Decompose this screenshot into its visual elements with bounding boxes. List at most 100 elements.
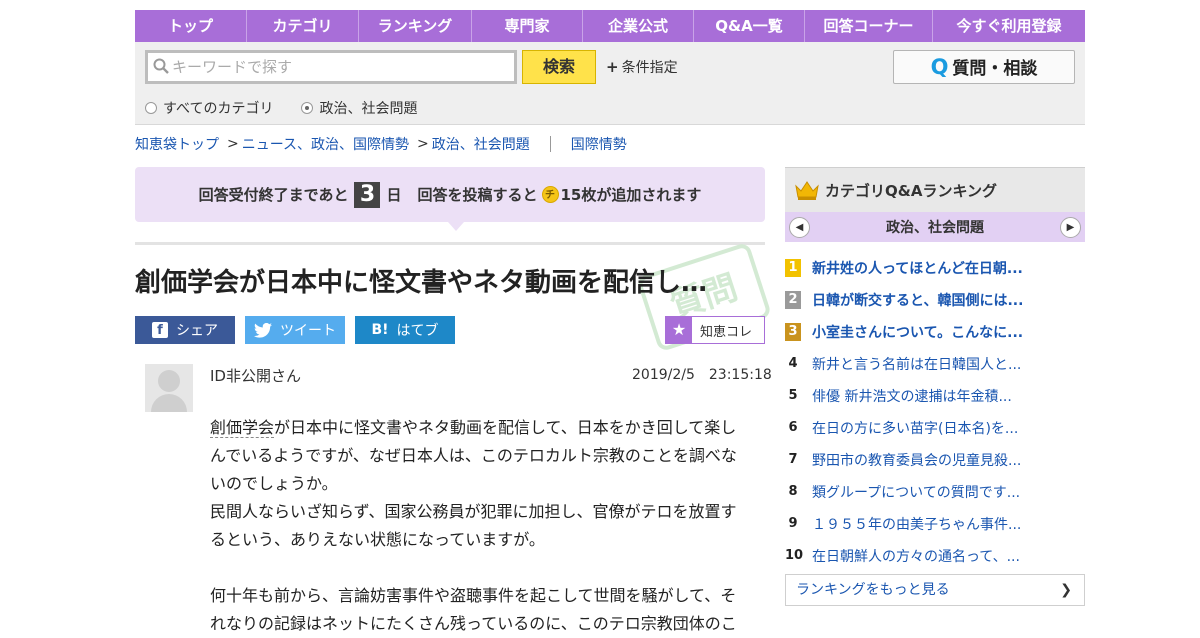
nav-ranking[interactable]: ランキング — [359, 10, 472, 42]
plus-icon: + — [606, 58, 619, 76]
search-band: 検索 +条件指定 Q質問・相談 すべてのカテゴリ 政治、社会問題 — [135, 42, 1085, 125]
days-left: 3 — [354, 181, 381, 208]
hatena-icon: B! — [371, 322, 389, 338]
hatena-label: はてブ — [396, 323, 439, 339]
breadcrumb-separator: > — [417, 136, 429, 152]
chiekore-label: 知恵コレ — [700, 324, 753, 340]
question-paragraph: 創価学会が日本中に怪文書やネタ動画を配信して、日本をかき回して楽しんでいるようで… — [210, 414, 745, 498]
ranking-item[interactable]: 1 新井姓の人ってほとんど在日朝... — [785, 252, 1085, 284]
ranking-item[interactable]: 2 日韓が断交すると、韓国側には... — [785, 284, 1085, 316]
rank-number: 4 — [788, 356, 798, 371]
category-scope: すべてのカテゴリ 政治、社会問題 — [145, 98, 445, 118]
radio-all-categories[interactable]: すべてのカテゴリ — [145, 98, 273, 118]
rank-number: 8 — [788, 484, 798, 499]
search-box — [145, 50, 517, 84]
question-paragraph: 民間人ならいざ知らず、国家公務員が犯罪に加担し、官僚がテロを放置するという、あり… — [210, 502, 737, 549]
question-q-icon: Q — [930, 55, 949, 79]
breadcrumb-news[interactable]: ニュース、政治、国際情勢 — [242, 134, 409, 154]
nav-register[interactable]: 今すぐ利用登録 — [933, 10, 1085, 42]
ranking-item-title: 在日朝鮮人の方々の通名って、... — [812, 549, 1020, 565]
twitter-share-button[interactable]: ツイート — [245, 316, 345, 344]
ranking-list: 1 新井姓の人ってほとんど在日朝... 2 日韓が断交すると、韓国側には... 3小… — [785, 252, 1085, 572]
ranking-item[interactable]: 7 野田市の教育委員会の児童見殺... — [785, 444, 1085, 476]
facebook-label: シェア — [176, 323, 218, 339]
conditions-label: 条件指定 — [621, 60, 678, 76]
rank-number: 5 — [788, 388, 798, 403]
banner-pointer — [448, 222, 464, 231]
question-title: 創価学会が日本中に怪文書やネタ動画を配信し… — [135, 268, 708, 298]
ranking-item-title: １９５５年の由美子ちゃん事件... — [812, 517, 1022, 533]
share-bar: f シェア ツイート B! はてブ — [135, 316, 465, 344]
breadcrumb-separator: > — [227, 136, 239, 152]
ranking-header: カテゴリQ&Aランキング — [785, 167, 1085, 212]
arrow-right-icon: ▶ — [1066, 221, 1075, 233]
nav-official[interactable]: 企業公式 — [583, 10, 694, 42]
ask-label: 質問・相談 — [952, 59, 1038, 79]
posted-timestamp: 2019/2/5 23:15:18 — [632, 367, 772, 383]
ranking-item-title: 新井と言う名前は在日韓国人と... — [812, 357, 1022, 373]
rank-number: 7 — [788, 452, 798, 467]
search-button[interactable]: 検索 — [522, 50, 596, 84]
global-nav: トップ カテゴリ ランキング 専門家 企業公式 Q&A一覧 回答コーナー 今すぐ… — [135, 10, 1085, 42]
avatar-body — [151, 394, 187, 412]
ranking-category-bar: ◀ 政治、社会問題 ▶ — [785, 212, 1085, 242]
ranking-item-title: 日韓が断交すると、韓国側には... — [812, 293, 1024, 309]
rank-number: 1 — [785, 259, 801, 277]
days-unit: 日 — [386, 186, 402, 204]
chiekore-button[interactable]: ★ 知恵コレ — [665, 316, 765, 344]
breadcrumb-politics[interactable]: 政治、社会問題 — [432, 134, 530, 154]
breadcrumb-top[interactable]: 知恵袋トップ — [135, 134, 219, 154]
breadcrumb-related[interactable]: 国際情勢 — [571, 134, 627, 154]
ask-question-button[interactable]: Q 質問・相談 — [893, 50, 1075, 84]
ranking-item[interactable]: 9 １９５５年の由美子ちゃん事件... — [785, 508, 1085, 540]
radio-off-icon — [145, 102, 157, 114]
keyword-link[interactable]: 創価学会 — [210, 418, 275, 438]
ranking-item-title: 新井姓の人ってほとんど在日朝... — [812, 261, 1023, 277]
ranking-sidebar: カテゴリQ&Aランキング ◀ 政治、社会問題 ▶ 1 新井姓の人ってほとんど在日朝… — [785, 167, 1085, 606]
ranking-item-title: 野田市の教育委員会の児童見殺... — [812, 453, 1022, 469]
ranking-item[interactable]: 8 類グループについての質問です... — [785, 476, 1085, 508]
nav-answer-corner[interactable]: 回答コーナー — [805, 10, 933, 42]
more-ranking-button[interactable]: ランキングをもっと見る ❯ — [785, 574, 1085, 606]
rank-number: 9 — [788, 516, 798, 531]
rank-number: 6 — [788, 420, 798, 435]
ranking-item-title: 俳優 新井浩文の逮捕は年金積... — [812, 389, 1012, 405]
search-icon — [153, 58, 169, 74]
search-input[interactable] — [172, 56, 502, 78]
ranking-item[interactable]: 6 在日の方に多い苗字(日本名)を... — [785, 412, 1085, 444]
ranking-item[interactable]: 4 新井と言う名前は在日韓国人と... — [785, 348, 1085, 380]
nav-qa-list[interactable]: Q&A一覧 — [694, 10, 805, 42]
coin-icon: チ — [541, 186, 559, 203]
ranking-item-title: 小室圭さんについて。こんなに... — [812, 325, 1024, 341]
radio-current-label: 政治、社会問題 — [319, 101, 418, 117]
nav-category[interactable]: カテゴリ — [247, 10, 359, 42]
star-icon: ★ — [666, 317, 692, 343]
questioner-name: ID非公開さん — [210, 367, 301, 385]
avatar-head — [158, 370, 180, 392]
more-ranking-label: ランキングをもっと見る — [796, 582, 950, 598]
nav-experts[interactable]: 専門家 — [472, 10, 583, 42]
ranking-item[interactable]: 3 小室圭さんについて。こんなに... — [785, 316, 1085, 348]
breadcrumb: 知恵袋トップ > ニュース、政治、国際情勢 > 政治、社会問題 国際情勢 — [135, 134, 627, 154]
conditions-link[interactable]: + 条件指定 — [606, 57, 678, 77]
nav-top[interactable]: トップ — [135, 10, 247, 42]
radio-all-label: すべてのカテゴリ — [163, 101, 274, 117]
ranking-category: 政治、社会問題 — [886, 220, 984, 236]
rank-number: 2 — [785, 291, 801, 309]
rank-number: 10 — [785, 548, 804, 563]
rank-number: 3 — [785, 323, 801, 341]
hatena-bookmark-button[interactable]: B! はてブ — [355, 316, 455, 344]
radio-current-category[interactable]: 政治、社会問題 — [301, 98, 417, 118]
ranking-item-title: 類グループについての質問です... — [812, 485, 1021, 501]
arrow-left-icon: ◀ — [795, 221, 804, 233]
prev-category-button[interactable]: ◀ — [789, 216, 810, 238]
ranking-item[interactable]: 10 在日朝鮮人の方々の通名って、... — [785, 540, 1085, 572]
facebook-share-button[interactable]: f シェア — [135, 316, 235, 344]
crown-icon — [795, 181, 819, 200]
breadcrumb-divider — [549, 136, 551, 152]
divider — [135, 242, 765, 245]
next-category-button[interactable]: ▶ — [1060, 216, 1081, 238]
avatar — [145, 364, 193, 412]
facebook-icon: f — [152, 322, 168, 338]
ranking-item[interactable]: 5 俳優 新井浩文の逮捕は年金積... — [785, 380, 1085, 412]
